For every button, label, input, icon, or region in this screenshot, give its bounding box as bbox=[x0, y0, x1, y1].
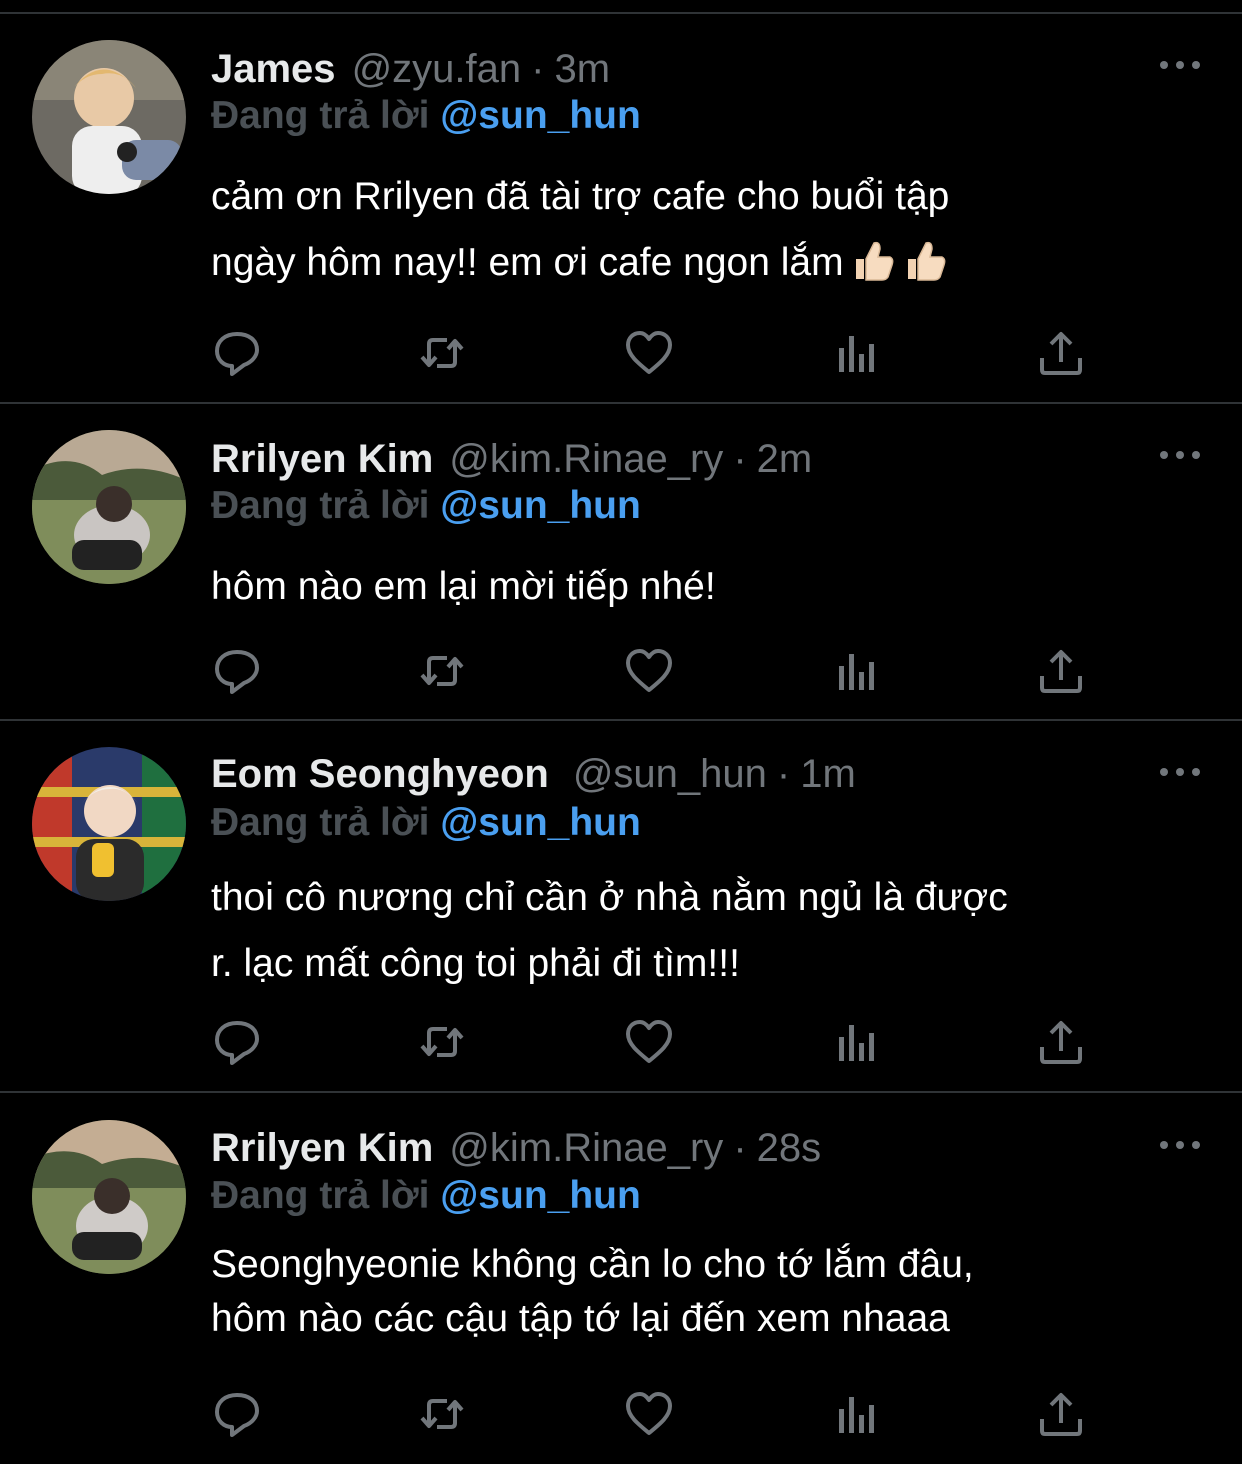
reply-prefix: Đang trả lời bbox=[211, 801, 430, 844]
mention-link[interactable]: @sun_hun bbox=[440, 94, 641, 137]
share-icon[interactable] bbox=[1033, 1014, 1089, 1070]
share-icon[interactable] bbox=[1033, 325, 1089, 381]
replying-to: Đang trả lời @sun_hun bbox=[211, 94, 641, 138]
share-icon[interactable] bbox=[1033, 643, 1089, 699]
retweet-icon[interactable] bbox=[414, 1014, 470, 1070]
more-icon[interactable] bbox=[1160, 757, 1200, 787]
tweet-text-content: Seonghyeonie không cần lo cho tớ lắm đâu… bbox=[211, 1243, 974, 1340]
tweet-divider bbox=[0, 719, 1242, 721]
tweet-text: Seonghyeonie không cần lo cho tớ lắm đâu… bbox=[211, 1238, 1211, 1346]
mention-link[interactable]: @sun_hun bbox=[440, 801, 641, 844]
tweet-header: Eom Seonghyeon @sun_hun · 1m bbox=[211, 749, 856, 799]
tweet-text-content: hôm nào em lại mời tiếp nhé! bbox=[211, 565, 716, 608]
mention-link[interactable]: @sun_hun bbox=[440, 1174, 641, 1217]
mention-link[interactable]: @sun_hun bbox=[440, 484, 641, 527]
more-icon[interactable] bbox=[1160, 50, 1200, 80]
timestamp[interactable]: 2m bbox=[757, 437, 813, 482]
separator-dot: · bbox=[733, 1125, 747, 1170]
timestamp[interactable]: 3m bbox=[554, 47, 610, 92]
user-handle[interactable]: @sun_hun bbox=[573, 752, 767, 797]
more-icon[interactable] bbox=[1160, 1130, 1200, 1160]
timestamp[interactable]: 28s bbox=[757, 1126, 822, 1171]
reply-prefix: Đang trả lời bbox=[211, 484, 430, 527]
retweet-icon[interactable] bbox=[414, 643, 470, 699]
tweet-actions bbox=[0, 1014, 1242, 1074]
tweet-text-content: cảm ơn Rrilyen đã tài trợ cafe cho buổi … bbox=[211, 175, 950, 284]
like-icon[interactable] bbox=[621, 325, 677, 381]
analytics-icon[interactable] bbox=[828, 1014, 884, 1070]
separator-dot: · bbox=[733, 436, 747, 481]
like-icon[interactable] bbox=[621, 643, 677, 699]
display-name[interactable]: Rrilyen Kim bbox=[211, 1126, 433, 1171]
top-divider bbox=[0, 12, 1242, 14]
reply-icon[interactable] bbox=[209, 643, 265, 699]
tweet-text-content: thoi cô nương chỉ cần ở nhà nằm ngủ là đ… bbox=[211, 876, 1008, 985]
tweet-header: James @zyu.fan · 3m bbox=[211, 44, 610, 94]
tweet-actions bbox=[0, 325, 1242, 385]
separator-dot: · bbox=[531, 46, 545, 91]
analytics-icon[interactable] bbox=[828, 643, 884, 699]
retweet-icon[interactable] bbox=[414, 1386, 470, 1442]
separator-dot: · bbox=[776, 751, 791, 796]
replying-to: Đang trả lời @sun_hun bbox=[211, 484, 641, 528]
analytics-icon[interactable] bbox=[828, 325, 884, 381]
retweet-icon[interactable] bbox=[414, 325, 470, 381]
tweet-text: hôm nào em lại mời tiếp nhé! bbox=[211, 554, 1211, 620]
tweet-text: cảm ơn Rrilyen đã tài trợ cafe cho buổi … bbox=[211, 164, 1211, 296]
thumbs-up-icon bbox=[855, 241, 893, 281]
tweet-text: thoi cô nương chỉ cần ở nhà nằm ngủ là đ… bbox=[211, 865, 1211, 997]
user-handle[interactable]: @kim.Rinae_ry bbox=[449, 1126, 723, 1171]
like-icon[interactable] bbox=[621, 1386, 677, 1442]
more-icon[interactable] bbox=[1160, 440, 1200, 470]
like-icon[interactable] bbox=[621, 1014, 677, 1070]
user-handle[interactable]: @kim.Rinae_ry bbox=[449, 437, 723, 482]
tweet-header: Rrilyen Kim @kim.Rinae_ry · 2m bbox=[211, 434, 812, 484]
avatar-eom-seonghyeon[interactable] bbox=[32, 747, 186, 901]
avatar-rrilyen[interactable] bbox=[32, 430, 186, 584]
tweet-divider bbox=[0, 1091, 1242, 1093]
tweet-divider bbox=[0, 402, 1242, 404]
replying-to: Đang trả lời @sun_hun bbox=[211, 1174, 641, 1218]
timestamp[interactable]: 1m bbox=[800, 752, 856, 797]
display-name[interactable]: Rrilyen Kim bbox=[211, 437, 433, 482]
tweet-actions bbox=[0, 1386, 1242, 1446]
user-handle[interactable]: @zyu.fan bbox=[352, 47, 522, 92]
replying-to: Đang trả lời @sun_hun bbox=[211, 801, 641, 845]
reply-prefix: Đang trả lời bbox=[211, 1174, 430, 1217]
tweet-actions bbox=[0, 643, 1242, 703]
thumbs-up-icon bbox=[907, 241, 945, 281]
avatar-james[interactable] bbox=[32, 40, 186, 194]
reply-icon[interactable] bbox=[209, 1014, 265, 1070]
reply-icon[interactable] bbox=[209, 1386, 265, 1442]
analytics-icon[interactable] bbox=[828, 1386, 884, 1442]
reply-icon[interactable] bbox=[209, 325, 265, 381]
share-icon[interactable] bbox=[1033, 1386, 1089, 1442]
tweet-header: Rrilyen Kim @kim.Rinae_ry · 28s bbox=[211, 1123, 821, 1173]
avatar-rrilyen[interactable] bbox=[32, 1120, 186, 1274]
display-name[interactable]: James bbox=[211, 47, 336, 92]
reply-prefix: Đang trả lời bbox=[211, 94, 430, 137]
display-name[interactable]: Eom Seonghyeon bbox=[211, 752, 549, 797]
